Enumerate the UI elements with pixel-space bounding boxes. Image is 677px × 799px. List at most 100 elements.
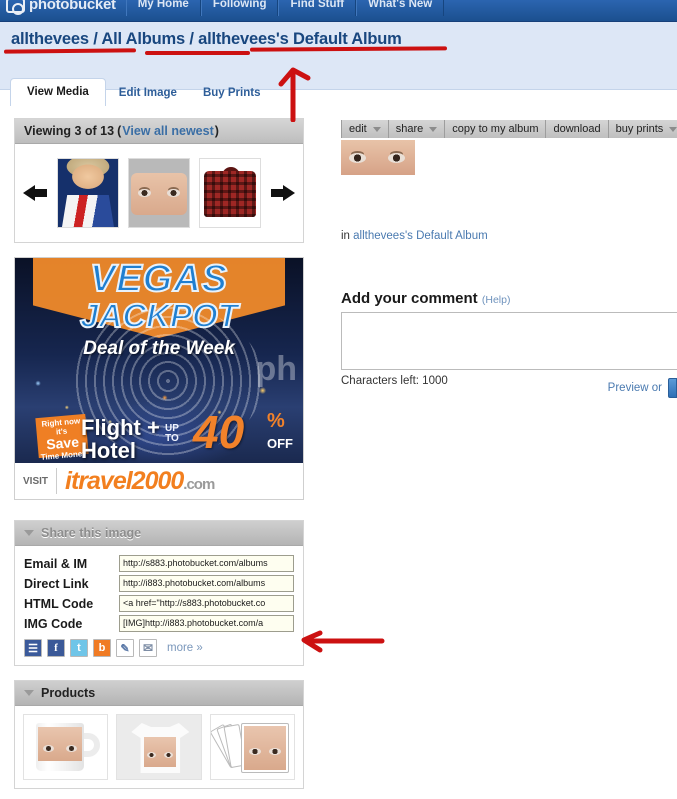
main-image-eye-right (388, 153, 405, 163)
share-label-email-im: Email & IM (24, 556, 88, 571)
main-image-eye-left (349, 153, 366, 163)
nav-item-my-home[interactable]: My Home (125, 0, 201, 16)
chevron-down-icon (429, 126, 438, 132)
tag-link-icon[interactable]: ✎ (116, 639, 134, 657)
mug-printed-photo (38, 727, 82, 761)
comment-heading: Add your comment (Help) (341, 290, 677, 307)
card-printed-photo (243, 726, 286, 770)
comment-help-link[interactable]: (Help) (482, 294, 511, 306)
thumbnail-item-1[interactable] (57, 158, 119, 228)
ad-offer-line-2: Hotel (81, 438, 136, 463)
breadcrumb-separator-1: / (93, 30, 98, 48)
triangle-down-icon[interactable] (24, 690, 34, 696)
right-column: edit share copy to my album download buy… (341, 120, 677, 398)
ad-percent-sign: % (267, 410, 285, 432)
products-panel-header[interactable]: Products (15, 681, 303, 706)
share-label-direct-link: Direct Link (24, 576, 89, 591)
share-input-html-code[interactable]: <a href="http://s883.photobucket.co (119, 595, 294, 612)
comment-actions: Preview or (608, 378, 677, 398)
blogger-icon[interactable]: b (93, 639, 111, 657)
view-all-newest-link[interactable]: View all newest (122, 124, 213, 138)
tab-buy-prints[interactable]: Buy Prints (190, 80, 274, 106)
share-input-email-im[interactable]: http://s883.photobucket.com/albums (119, 555, 294, 572)
preview-link[interactable]: Preview or (608, 382, 662, 394)
share-icon-row: ☰ f t b ✎ ✉ more » (24, 639, 294, 657)
chevron-down-icon (372, 126, 381, 132)
photobucket-logo[interactable]: photobucket (0, 0, 116, 16)
myspace-icon[interactable]: ☰ (24, 639, 42, 657)
arrow-right-icon[interactable] (269, 180, 295, 206)
ad-visit-label: VISIT (15, 468, 58, 494)
facebook-icon[interactable]: f (47, 639, 65, 657)
image-action-toolbar: edit share copy to my album download buy… (341, 120, 677, 138)
share-label-img-code: IMG Code (24, 616, 83, 631)
chevron-down-icon (669, 126, 677, 132)
brand-name: photobucket (29, 0, 116, 13)
nav-item-following[interactable]: Following (200, 0, 279, 16)
email-icon[interactable]: ✉ (139, 639, 157, 657)
download-button-label: download (553, 123, 601, 135)
arrow-left-icon[interactable] (23, 180, 49, 206)
left-column: Viewing 3 of 13 ( View all newest ) ph V… (14, 118, 304, 799)
ad-offer-line-1: Flight + (81, 415, 160, 440)
nav-item-whats-new[interactable]: What's New (356, 0, 445, 16)
comment-heading-label: Add your comment (341, 290, 478, 307)
copy-to-my-album-label: copy to my album (452, 123, 539, 135)
share-more-link[interactable]: more » (167, 642, 203, 654)
ad-brand-text: itravel2000 (65, 466, 184, 495)
ad-subheadline: Deal of the Week (83, 338, 235, 359)
viewer-panel-header: Viewing 3 of 13 ( View all newest ) (15, 119, 303, 144)
product-item-mug[interactable] (23, 714, 109, 780)
breadcrumb-separator-2: / (189, 30, 194, 48)
share-input-direct-link[interactable]: http://i883.photobucket.com/albums (119, 575, 294, 592)
paren-close: ) (214, 124, 219, 138)
twitter-icon[interactable]: t (70, 639, 88, 657)
thumbnail-item-3[interactable] (199, 158, 261, 228)
tab-edit-image[interactable]: Edit Image (106, 80, 190, 106)
ad-headline-vegas: VEGAS (89, 258, 229, 300)
share-input-img-code[interactable]: [IMG]http://i883.photobucket.com/a (119, 615, 294, 632)
product-item-cards[interactable] (209, 714, 295, 780)
photobucket-camera-icon (6, 0, 25, 15)
share-panel-body: Email & IM http://s883.photobucket.com/a… (15, 546, 303, 665)
thumbnail-image-eyes (129, 159, 189, 227)
breadcrumb-all-albums[interactable]: All Albums (101, 30, 185, 48)
shirt-printed-photo (144, 737, 177, 767)
submit-comment-button[interactable] (668, 378, 677, 398)
breadcrumb-user[interactable]: allthevees (11, 30, 89, 48)
buy-prints-button[interactable]: buy prints (608, 120, 677, 138)
viewing-count-label: Viewing 3 of 13 (24, 124, 115, 138)
buy-prints-button-label: buy prints (615, 123, 664, 135)
eye-left (138, 189, 151, 197)
share-row-email-im: Email & IM http://s883.photobucket.com/a… (24, 555, 294, 572)
thumbnail-list (57, 158, 261, 228)
copy-to-my-album-button[interactable]: copy to my album (445, 120, 547, 138)
product-item-shirt[interactable] (116, 714, 202, 780)
products-list (15, 706, 303, 788)
image-album-meta: in allthevees's Default Album (341, 230, 677, 242)
ad-brand-tld: .com (183, 475, 215, 493)
edit-button[interactable]: edit (341, 120, 389, 138)
shirt-body (204, 171, 256, 217)
ad-footer: VISIT itravel2000.com (15, 463, 303, 499)
edit-button-label: edit (349, 123, 367, 135)
main-image[interactable] (341, 140, 415, 175)
breadcrumb-album[interactable]: allthevees's Default Album (198, 30, 402, 48)
ad-offer-text: Flight + Hotel (81, 416, 160, 462)
viewer-thumbnail-strip (15, 144, 303, 242)
share-panel-header[interactable]: Share this image (15, 521, 303, 546)
tab-bar: View Media Edit Image Buy Prints (10, 78, 273, 106)
tab-view-media[interactable]: View Media (10, 78, 106, 106)
share-label-html-code: HTML Code (24, 596, 94, 611)
nav-item-find-stuff[interactable]: Find Stuff (278, 0, 357, 16)
advertisement-banner[interactable]: ph VEGAS JACKPOT Deal of the Week Right … (14, 257, 304, 500)
share-button[interactable]: share (388, 120, 446, 138)
card-front (240, 723, 289, 773)
comment-textarea[interactable] (341, 312, 677, 370)
triangle-down-icon[interactable] (24, 530, 34, 536)
eye-right (167, 189, 180, 197)
products-panel-title: Products (41, 686, 96, 700)
album-link[interactable]: allthevees's Default Album (353, 230, 488, 242)
download-button[interactable]: download (546, 120, 609, 138)
thumbnail-item-2[interactable] (128, 158, 190, 228)
